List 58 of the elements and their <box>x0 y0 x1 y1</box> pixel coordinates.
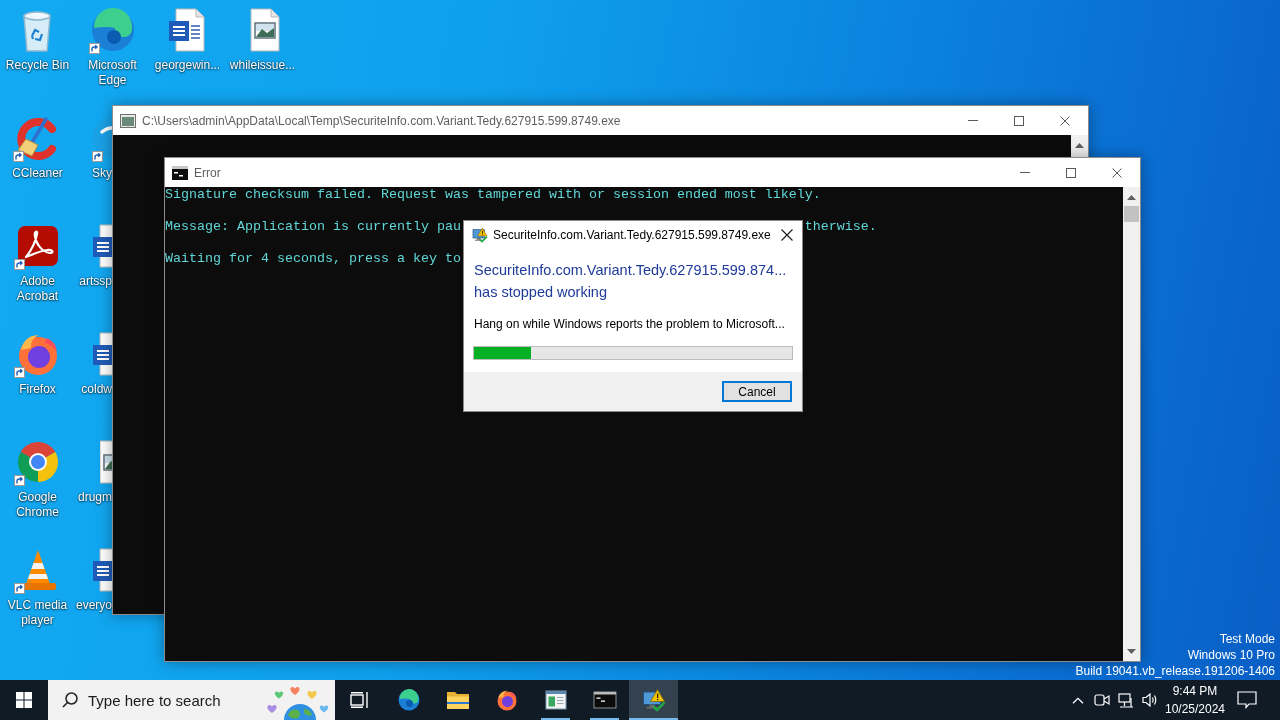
shortcut-arrow-icon <box>13 475 25 486</box>
desktop-item[interactable]: VLC media player <box>1 540 74 628</box>
image-file-icon <box>100 438 112 486</box>
window-title: C:\Users\admin\AppData\Local\Temp\SecuriteInfo.com.Variant.Tedy.627915.599.8749.exe <box>142 113 621 128</box>
desktop-item[interactable]: whileissue... <box>229 0 296 73</box>
shortcut-arrow-icon <box>92 151 103 162</box>
scrollbar-thumb[interactable] <box>1124 206 1139 222</box>
maximize-icon[interactable] <box>1066 167 1076 178</box>
chevron-up-icon[interactable] <box>1072 696 1084 704</box>
dialog-title: SecuriteInfo.com.Variant.Tedy.627915.599.8749.exe <box>493 227 771 242</box>
swirl-icon <box>396 688 421 712</box>
network-icon[interactable] <box>1118 692 1134 708</box>
desktop-item[interactable]: Microsoft Edge <box>76 0 149 88</box>
scroll-up-arrow-icon[interactable] <box>1127 195 1136 200</box>
shortcut-arrow-icon <box>13 583 25 594</box>
close-icon[interactable] <box>1112 167 1122 178</box>
terminal-icon <box>172 165 188 180</box>
system-info-text: Test Mode <box>1219 631 1275 647</box>
desktop-item[interactable]: Firefox <box>13 324 62 397</box>
scroll-down-arrow-icon[interactable] <box>1127 649 1136 654</box>
window-icon <box>120 113 136 128</box>
system-info-text: Build 19041.vb_release.191206-1406 <box>1075 663 1275 679</box>
task-view-icon[interactable] <box>349 692 370 708</box>
system-info-text: Windows 10 Pro <box>1187 647 1275 663</box>
console-text: Message: Application is currently pau <box>165 219 461 235</box>
dialog-heading: SecuriteInfo.com.Variant.Tedy.627915.599.874... has stopped working <box>474 261 788 302</box>
shortcut-arrow-icon <box>88 43 100 54</box>
close-icon[interactable] <box>1060 115 1070 126</box>
console-text: therwise. <box>804 219 877 235</box>
camera-icon[interactable] <box>1094 693 1110 707</box>
search-icon <box>62 692 78 708</box>
clock-button[interactable]: 9:44 PM 10/25/2024 <box>1162 680 1228 720</box>
notification-icon[interactable] <box>1237 691 1257 709</box>
desktop-item[interactable]: Sky <box>92 108 112 181</box>
monitor-warning-icon <box>641 688 666 712</box>
maximize-icon[interactable] <box>1014 115 1024 126</box>
desktop-item[interactable]: Recycle Bin <box>5 0 70 73</box>
windows-logo-icon[interactable] <box>16 692 32 708</box>
taskbar-button[interactable] <box>629 680 678 720</box>
shortcut-arrow-icon <box>13 367 25 378</box>
desktop-item[interactable]: CCleaner <box>12 108 63 181</box>
monitor-warning-icon <box>472 226 488 243</box>
speaker-icon[interactable] <box>1142 692 1158 708</box>
close-icon[interactable] <box>781 228 793 241</box>
scroll-up-arrow-icon[interactable] <box>1075 143 1084 148</box>
console-text: Waiting for 4 seconds, press a key to <box>165 251 461 267</box>
dialog-button[interactable]: Cancel <box>722 381 792 402</box>
dialog-message: Hang on while Windows reports the problem to Microsoft... <box>474 316 786 332</box>
search-field[interactable]: Type here to search <box>48 680 335 720</box>
window-icon <box>543 688 568 712</box>
console-text: Signature checksum failed. Request was tampered with or session ended most likely. <box>165 187 821 203</box>
shortcut-arrow-icon <box>13 259 25 270</box>
desktop-item[interactable]: georgewin... <box>154 0 221 73</box>
shortcut-arrow-icon <box>13 151 25 162</box>
terminal-icon <box>592 688 617 712</box>
desktop-item[interactable]: Adobe Acrobat <box>1 216 74 304</box>
window-title: Error <box>194 165 221 180</box>
desktop-item[interactable]: Google Chrome <box>1 432 74 520</box>
